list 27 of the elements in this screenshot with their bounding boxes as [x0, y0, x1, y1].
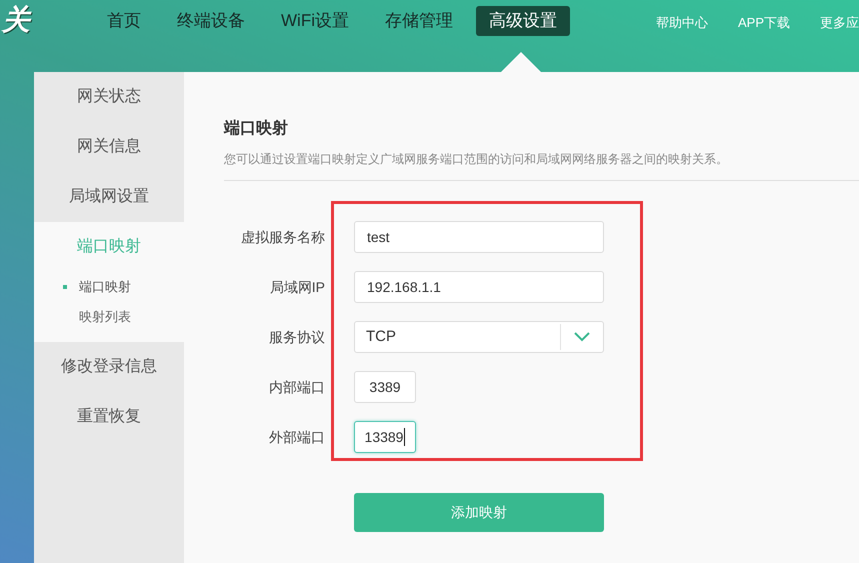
field-label: 局域网IP [268, 278, 325, 296]
input-field[interactable]: 192.168.1.1 [354, 271, 604, 303]
field-label: 虚拟服务名称 [240, 228, 325, 246]
nav-tab[interactable]: 首页 [94, 6, 154, 36]
field-label: 内部端口 [268, 378, 325, 396]
sidebar-item[interactable]: 局域网设置 [34, 172, 184, 222]
input-field[interactable]: test [354, 221, 604, 253]
sidebar-item[interactable]: 网关状态 [34, 72, 184, 122]
chevron-down-icon [574, 332, 590, 342]
field-label: 外部端口 [268, 428, 325, 446]
text-caret [404, 428, 406, 446]
nav-tab[interactable]: 存储管理 [372, 6, 466, 36]
logo[interactable]: 关 [0, 4, 32, 36]
input-field[interactable]: 3389 [354, 371, 416, 403]
sidebar-item[interactable]: 修改登录信息 [34, 342, 184, 392]
section-title: 端口映射 [224, 118, 289, 139]
sidebar-item[interactable]: 网关信息 [34, 122, 184, 172]
nav-tab[interactable]: 终端设备 [164, 6, 258, 36]
nav-tab[interactable]: WiFi设置 [268, 6, 362, 36]
field-label: 服务协议 [268, 328, 325, 346]
section-description: 您可以通过设置端口映射定义广域网服务端口范围的访问和局域网网络服务器之间的映射关系。 [224, 151, 729, 168]
sidebar-subitem[interactable]: 端口映射 [34, 272, 184, 302]
sidebar-subitem[interactable]: 映射列表 [34, 302, 184, 332]
nav-tab[interactable]: 高级设置 [476, 6, 570, 36]
select-field[interactable]: TCP [354, 321, 604, 353]
sidebar-item[interactable]: 重置恢复 [34, 392, 184, 442]
input-field[interactable]: 13389 [354, 421, 416, 453]
